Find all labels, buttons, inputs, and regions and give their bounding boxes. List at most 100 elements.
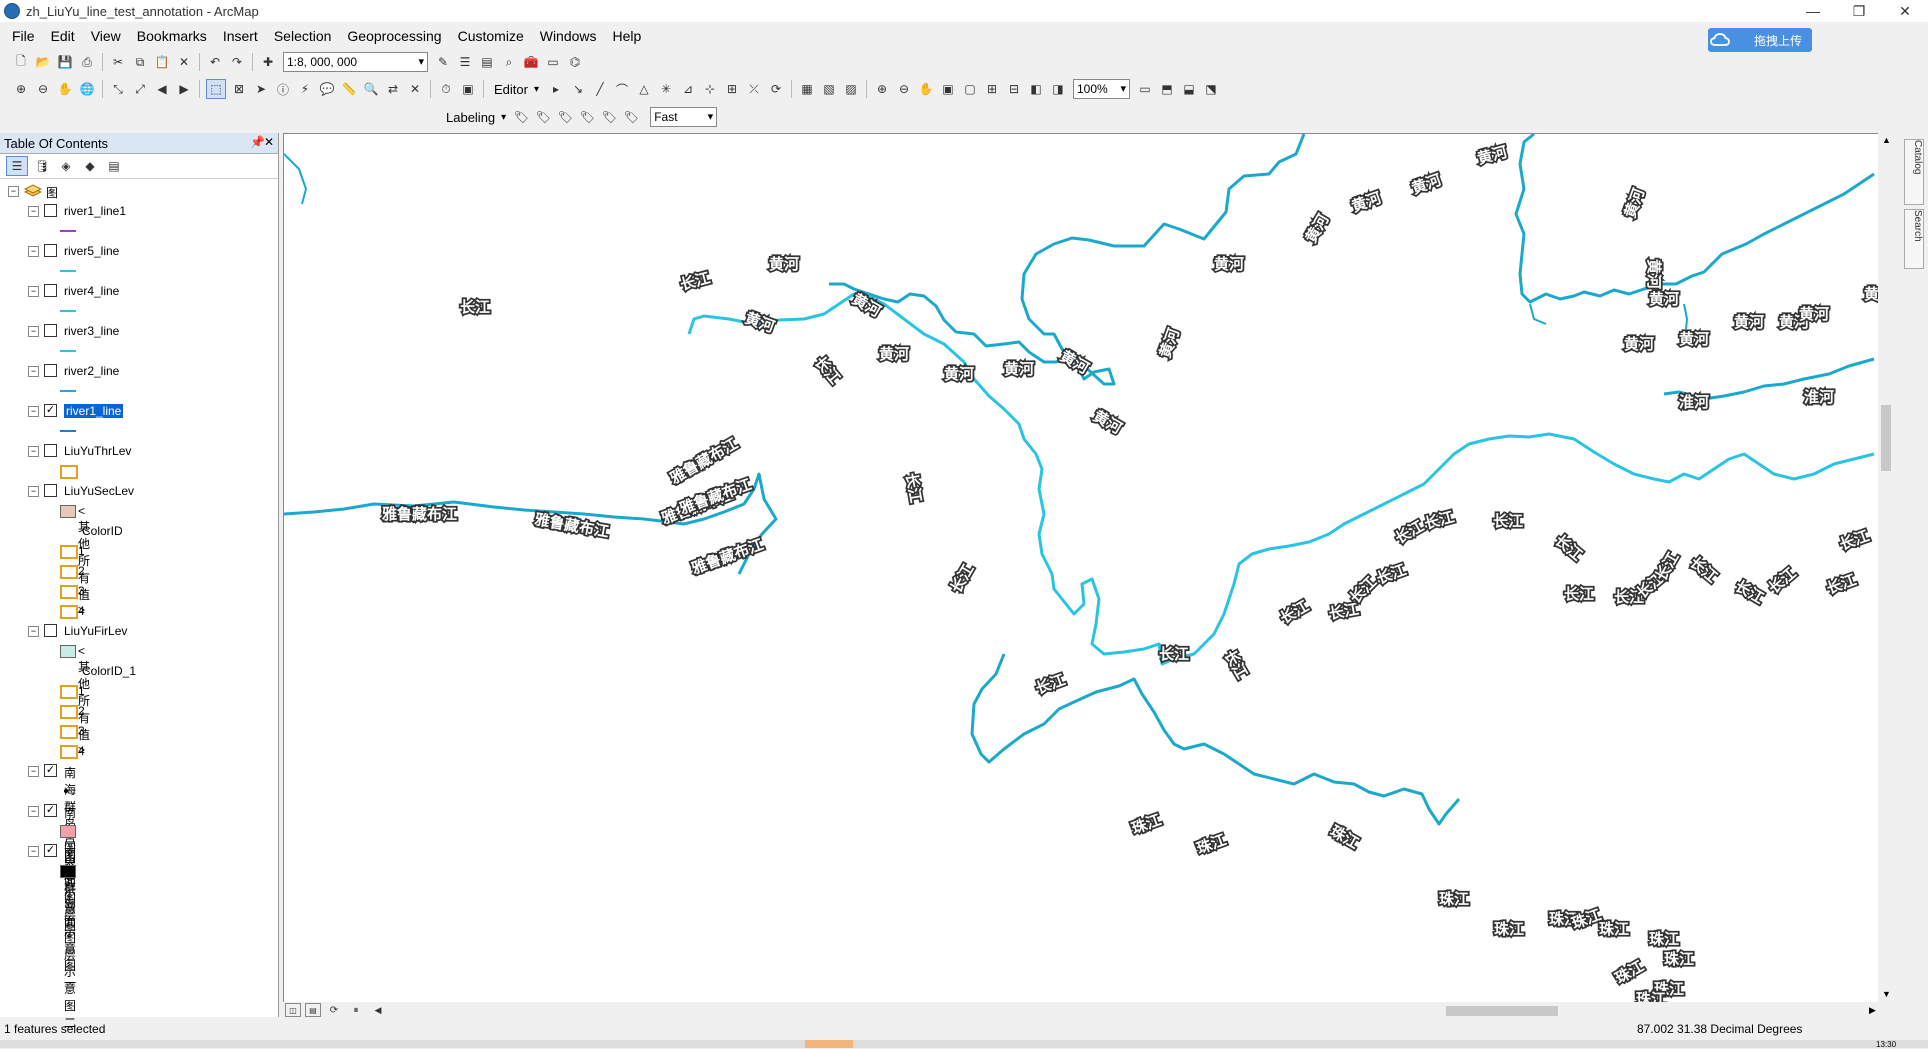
menu-help[interactable]: Help (613, 28, 642, 44)
view-unplaced-labels-icon[interactable]: 🏷 (578, 108, 596, 126)
label-weight-icon[interactable]: 🏷 (622, 108, 640, 126)
back-extent-icon[interactable]: ◀ (153, 80, 171, 98)
measure-icon[interactable]: 📏 (340, 80, 358, 98)
clear-selection-icon[interactable]: ⊠ (230, 80, 248, 98)
layer-visibility-checkbox[interactable] (44, 324, 57, 337)
map-scale-dropdown[interactable]: 1:8, 000, 000 (283, 52, 428, 72)
map-canvas[interactable]: 长江长江长江长江长江长江长江 长江长江 长江长江长江长江长江 长江长江长江 长江长江长江… (284, 134, 1878, 1003)
rotate-icon[interactable]: ⟳ (767, 80, 785, 98)
open-folder-icon[interactable]: 📂 (34, 53, 52, 71)
undo-icon[interactable]: ↶ (206, 53, 224, 71)
collapse-icon[interactable]: − (28, 446, 39, 457)
labeling-menu[interactable]: Labeling (446, 110, 495, 125)
layer-visibility-checkbox[interactable] (44, 444, 57, 457)
data-driven-pages-icon[interactable]: ⬔ (1202, 80, 1220, 98)
forward-extent-icon[interactable]: ▶ (175, 80, 193, 98)
select-elements-icon[interactable]: ➤ (252, 80, 270, 98)
fixed-zoom-in-layout-icon[interactable]: ⊞ (983, 80, 1001, 98)
list-by-visibility-icon[interactable]: ◈ (56, 157, 76, 175)
end-point-arc-icon[interactable]: ⌒ (613, 80, 631, 98)
collapse-icon[interactable]: − (28, 406, 39, 417)
horizontal-scroll-thumb[interactable] (1446, 1006, 1558, 1016)
full-extent-icon[interactable]: 🌐 (78, 80, 96, 98)
redo-icon[interactable]: ↷ (228, 53, 246, 71)
yellow-river-tributary-line[interactable] (1683, 303, 1688, 330)
close-icon[interactable]: ✕ (1882, 0, 1928, 22)
paste-icon[interactable]: 📋 (153, 53, 171, 71)
print-icon[interactable]: ⎙ (78, 53, 96, 71)
vertical-scrollbar[interactable]: ▲ ▼ (1878, 133, 1894, 1002)
list-by-drawing-order-icon[interactable]: ☰ (6, 156, 28, 176)
arctoolbox-icon[interactable]: 🧰 (522, 53, 540, 71)
menu-view[interactable]: View (91, 28, 121, 44)
refresh-icon[interactable]: ⟳ (325, 1001, 343, 1019)
layer-visibility-checkbox[interactable] (44, 284, 57, 297)
western-river-line[interactable] (284, 153, 307, 205)
layer-visibility-checkbox[interactable] (44, 364, 57, 377)
table-of-contents-icon[interactable]: ☰ (456, 53, 474, 71)
create-viewer-icon[interactable]: ▣ (459, 80, 477, 98)
layout-zoom-out-icon[interactable]: ⊖ (895, 80, 913, 98)
layer-visibility-checkbox[interactable] (44, 624, 57, 637)
horizontal-scrollbar[interactable]: ◫ ▤ ⟳ ⏸ ◀ ▶ (283, 1002, 1894, 1018)
toggle-draft-mode-icon[interactable]: ▭ (1136, 80, 1154, 98)
html-popup-icon[interactable]: 💬 (318, 80, 336, 98)
collapse-icon[interactable]: − (28, 806, 39, 817)
editor-menu[interactable]: Editor (494, 82, 528, 97)
toc-options-icon[interactable]: ▤ (104, 157, 124, 175)
zoom-out-icon[interactable]: ⊖ (34, 80, 52, 98)
search-window-icon[interactable]: ⌕ (500, 53, 518, 71)
collapse-icon[interactable]: − (28, 246, 39, 257)
fixed-zoom-out-layout-icon[interactable]: ⊟ (1005, 80, 1023, 98)
delete-icon[interactable]: ✕ (175, 53, 193, 71)
menu-edit[interactable]: Edit (51, 28, 75, 44)
copy-icon[interactable]: ⧉ (131, 53, 149, 71)
zoom-in-icon[interactable]: ⊕ (12, 80, 30, 98)
save-icon[interactable]: 💾 (56, 53, 74, 71)
focus-data-frame-icon[interactable]: ⬒ (1158, 80, 1176, 98)
collapse-icon[interactable]: − (28, 846, 39, 857)
maximize-icon[interactable]: ❐ (1836, 0, 1882, 22)
pan-icon[interactable]: ✋ (56, 80, 74, 98)
layer-visibility-checkbox[interactable]: ✓ (44, 804, 57, 817)
find-icon[interactable]: 🔍 (362, 80, 380, 98)
straight-segment-icon[interactable]: ╱ (591, 80, 609, 98)
pin-icon[interactable]: 📌 (250, 135, 265, 149)
identify-icon[interactable]: ⓘ (274, 80, 292, 98)
collapse-icon[interactable]: − (28, 626, 39, 637)
collapse-icon[interactable]: − (28, 286, 39, 297)
python-window-icon[interactable]: ▭ (544, 53, 562, 71)
minimize-icon[interactable]: — (1790, 0, 1836, 22)
menu-insert[interactable]: Insert (223, 28, 258, 44)
trace-icon[interactable]: △ (635, 80, 653, 98)
create-features-icon[interactable]: ▨ (842, 80, 860, 98)
fixed-zoom-out-icon[interactable]: ⤢ (131, 80, 149, 98)
layer-visibility-checkbox[interactable]: ✓ (44, 764, 57, 777)
catalog-tab[interactable]: Catalog (1904, 139, 1924, 205)
cut-icon[interactable]: ✂ (109, 53, 127, 71)
menu-windows[interactable]: Windows (540, 28, 597, 44)
next-extent-layout-icon[interactable]: ◨ (1049, 80, 1067, 98)
scroll-up-icon[interactable]: ▲ (1882, 135, 1891, 145)
edit-vertices-icon[interactable]: ⊿ (679, 80, 697, 98)
collapse-icon[interactable]: − (28, 206, 39, 217)
fixed-zoom-in-icon[interactable]: ⤡ (109, 80, 127, 98)
data-view-icon[interactable]: ◫ (285, 1003, 301, 1017)
pause-drawing-icon[interactable]: ⏸ (347, 1001, 365, 1019)
map-view[interactable]: 长江 长江 长江 长江 长江 长江 长江 长江 长江 长江 长江 长江 长江 长江 长江 长江 长江 长江 长江 长江… (283, 133, 1879, 1004)
lock-labels-icon[interactable]: 🏷 (534, 108, 552, 126)
list-by-selection-icon[interactable]: ◆ (80, 157, 100, 175)
edit-annotation-icon[interactable]: ↘ (569, 80, 587, 98)
scroll-left-icon[interactable]: ◀ (369, 1001, 387, 1019)
attributes-icon[interactable]: ▦ (798, 80, 816, 98)
labeling-quality-dropdown[interactable]: Fast (650, 107, 718, 127)
catalog-window-icon[interactable]: ▤ (478, 53, 496, 71)
label-manager-icon[interactable]: 🏷 (512, 108, 530, 126)
editor-toolbar-icon[interactable]: ✎ (434, 53, 452, 71)
vertical-scroll-thumb[interactable] (1881, 405, 1891, 471)
collapse-icon[interactable]: − (8, 186, 19, 197)
add-data-icon[interactable]: ✚ (259, 53, 277, 71)
cut-polygon-icon[interactable]: ⊞ (723, 80, 741, 98)
collapse-icon[interactable]: − (28, 366, 39, 377)
layout-pan-icon[interactable]: ✋ (917, 80, 935, 98)
